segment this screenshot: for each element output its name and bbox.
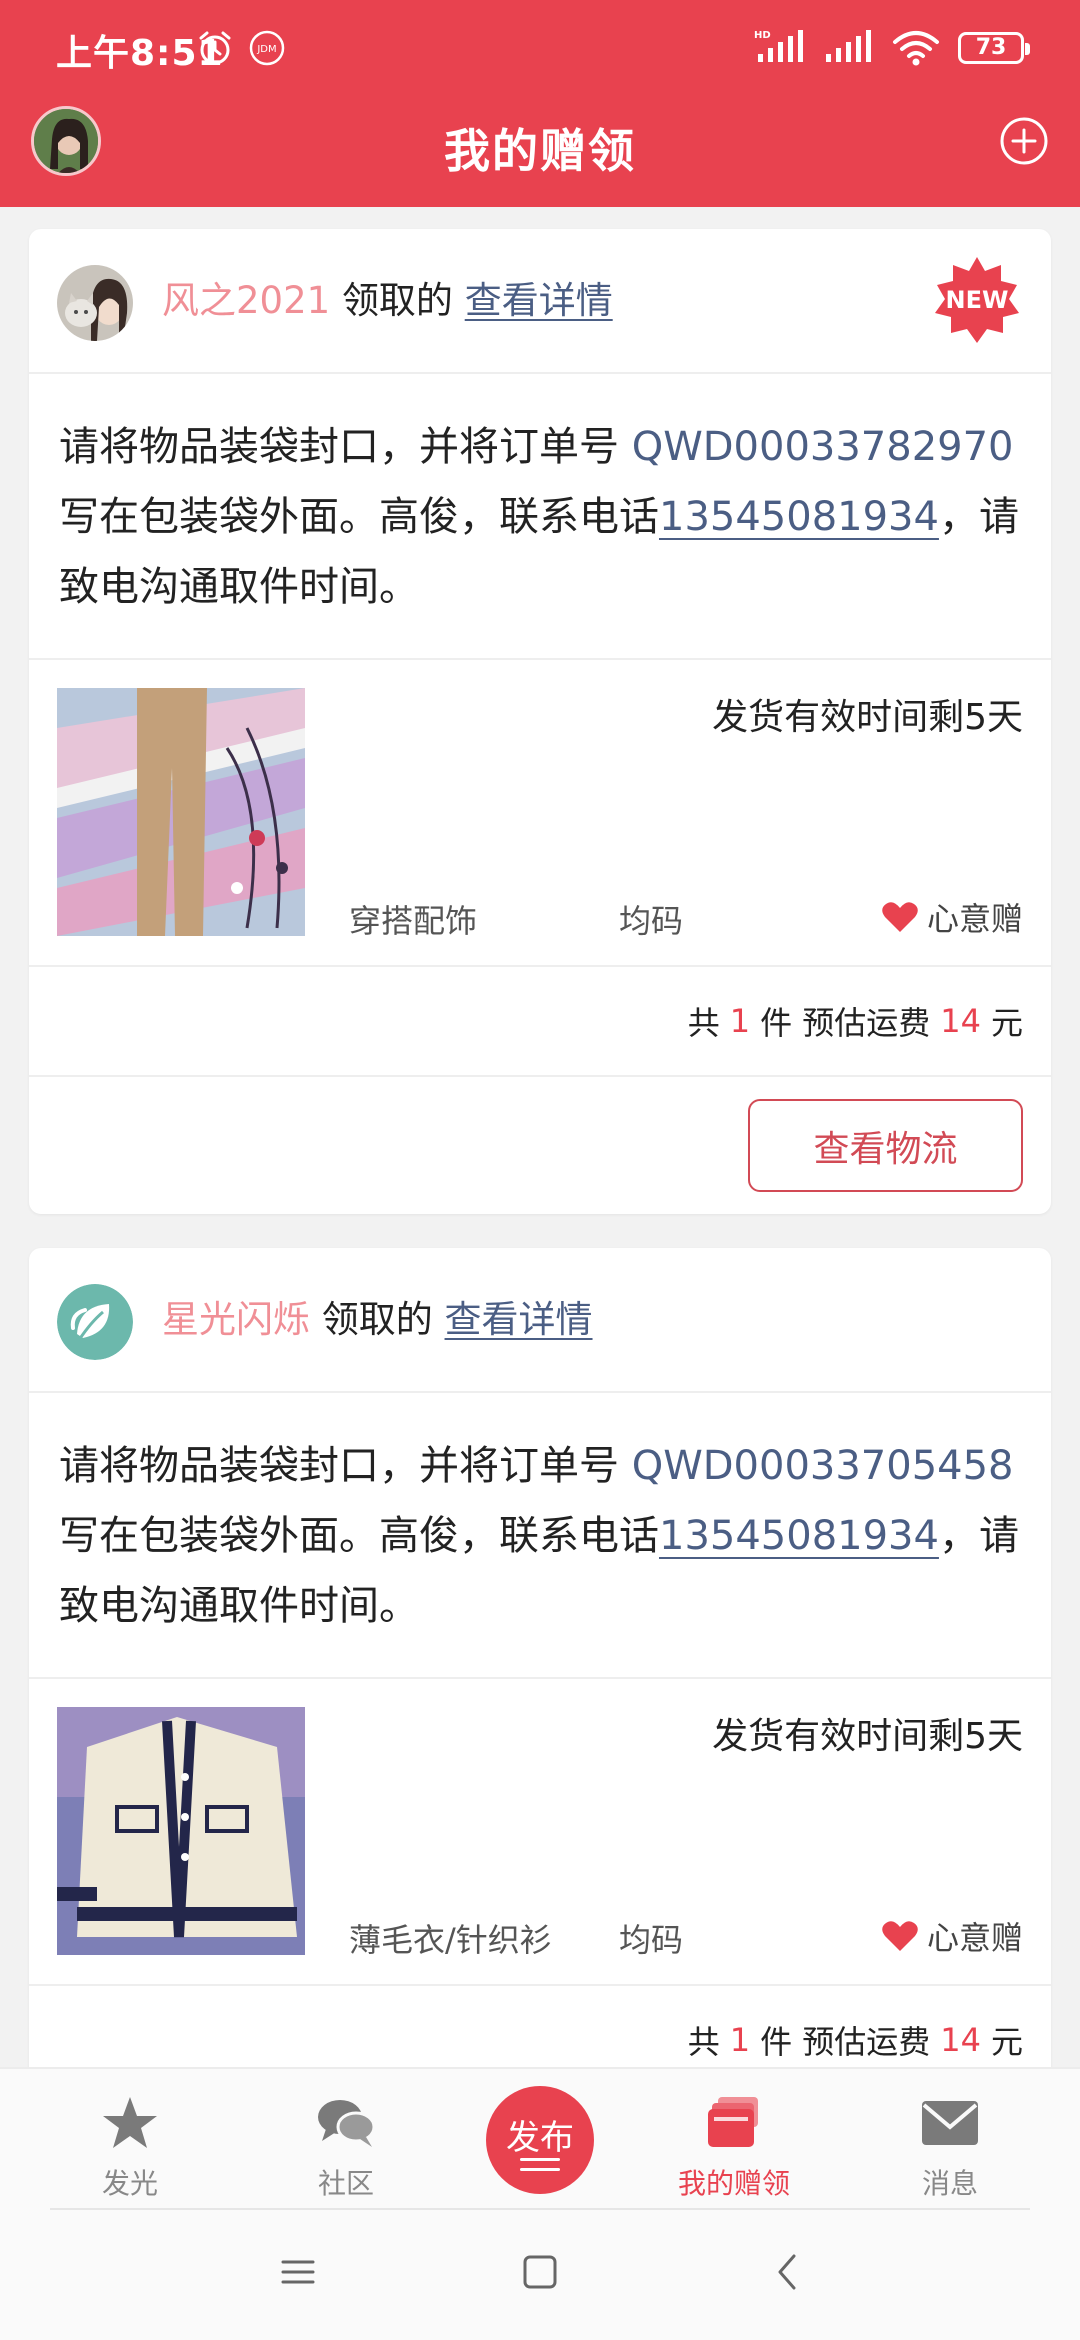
battery-icon: 73 [958,32,1030,64]
item-type: 心意赠 [881,1913,1023,1959]
item-size: 均码 [619,902,684,940]
signal-icon [826,30,871,62]
menu-icon[interactable] [268,2242,328,2302]
item-photo[interactable] [57,688,305,936]
card-header-text: 风之2021 领取的 查看详情 [162,276,613,326]
total-unit: 元 [990,2023,1023,2061]
order-number: QWD00033705458 [631,1443,1014,1489]
new-badge-label: NEW [945,286,1009,314]
tab-label: 发光 [101,2167,158,2200]
donor-avatar-photo [57,265,133,341]
tab-discover[interactable]: 发光 [50,2069,210,2210]
total-mid: 件 预估运费 [760,2023,931,2061]
tab-bar-inner: 发光 社区 发布 我的赠领 消息 [50,2069,1030,2210]
msg-prefix: 请将物品装袋封口，并将订单号 [59,1443,632,1489]
heart-icon [882,902,918,932]
publish-label: 发布 [506,2119,574,2157]
new-badge: NEW [931,255,1023,347]
jdm-icon: JDM [249,30,285,66]
mail-icon [922,2101,978,2145]
view-detail-link[interactable]: 查看详情 [445,1298,593,1341]
tab-community[interactable]: 社区 [266,2069,426,2210]
ship-deadline: 发货有效时间剩5天 [712,697,1023,738]
msg-middle: 写在包装袋外面。高俊，联系电话 [59,1513,659,1559]
item-photo-image [57,1707,305,1955]
heart-icon [882,1921,918,1951]
item-count: 1 [729,1002,751,1040]
donor-avatar[interactable] [57,1284,133,1360]
status-bar: 上午8:51 JDM HD 73 [0,0,1080,95]
tab-publish[interactable]: 发布 [460,2069,620,2210]
donor-name[interactable]: 风之2021 [162,279,330,322]
item-row[interactable]: 发货有效时间剩5天 薄毛衣/针织衫 均码 心意赠 [29,1679,1051,1986]
total-prefix: 共 [687,1004,720,1042]
alarm-icon [199,31,231,65]
shipping-fee: 14 [940,2021,981,2059]
claim-label: 领取的 [341,279,453,322]
order-number: QWD00033782970 [631,424,1014,470]
order-summary: 共 1 件 预估运费 14 元 [29,1986,1051,2067]
item-type-label: 心意赠 [926,1919,1023,1957]
item-type: 心意赠 [881,894,1023,940]
bottom-tab-bar: 发光 社区 发布 我的赠领 消息 [0,2067,1080,2210]
donor-name[interactable]: 星光闪烁 [162,1298,310,1341]
view-detail-link[interactable]: 查看详情 [465,279,613,322]
system-nav-bar [0,2210,1080,2340]
item-photo[interactable] [57,1707,305,1955]
publish-icon [520,2158,560,2172]
back-icon[interactable] [758,2242,818,2302]
svg-text:HD: HD [754,30,771,41]
card-header-text: 星光闪烁 领取的 查看详情 [162,1295,593,1345]
phone-link[interactable]: 13545081934 [659,1513,939,1559]
item-size: 均码 [619,1921,684,1959]
add-icon[interactable] [999,116,1049,166]
card-header: 风之2021 领取的 查看详情 NEW [29,229,1051,374]
donor-avatar[interactable] [57,265,133,341]
wifi-icon [893,31,939,66]
home-icon[interactable] [510,2242,570,2302]
star-icon [103,2097,157,2148]
gift-cards-icon [708,2097,758,2147]
shipping-fee: 14 [940,1002,981,1040]
claim-label: 领取的 [321,1298,433,1341]
status-icons-right: HD 73 [754,26,1030,70]
card-actions: 查看物流 [29,1077,1051,1214]
tab-my-claims[interactable]: 我的赠领 [654,2069,814,2210]
tab-label: 我的赠领 [677,2167,790,2200]
leaf-logo-icon [57,1284,133,1360]
claim-card: 星光闪烁 领取的 查看详情 请将物品装袋封口，并将订单号 QWD00033705… [29,1248,1051,2067]
top-header: 上午8:51 JDM HD 73 我的赠领 [0,0,1080,207]
total-mid: 件 预估运费 [760,1004,931,1042]
msg-prefix: 请将物品装袋封口，并将订单号 [59,424,632,470]
shipping-instructions: 请将物品装袋封口，并将订单号 QWD00033782970 写在包装袋外面。高俊… [29,374,1051,660]
tab-messages[interactable]: 消息 [870,2069,1030,2210]
tab-label: 社区 [317,2167,374,2200]
claim-card: 风之2021 领取的 查看详情 NEW 请将物品装袋封口，并将订单号 QWD00… [29,229,1051,1214]
item-row[interactable]: 发货有效时间剩5天 穿搭配饰 均码 心意赠 [29,660,1051,967]
item-category: 薄毛衣/针织衫 [349,1921,552,1959]
app-bar: 我的赠领 [0,95,1080,207]
card-header: 星光闪烁 领取的 查看详情 [29,1248,1051,1393]
view-logistics-button[interactable]: 查看物流 [748,1099,1023,1192]
total-unit: 元 [990,1004,1023,1042]
tab-label: 消息 [921,2167,978,2200]
msg-middle: 写在包装袋外面。高俊，联系电话 [59,494,659,540]
status-icons-left: JDM [196,28,286,68]
page-title: 我的赠领 [444,124,636,178]
order-summary: 共 1 件 预估运费 14 元 [29,967,1051,1077]
ship-deadline: 发货有效时间剩5天 [712,1716,1023,1757]
hd-signal-icon: HD [754,30,803,62]
shipping-instructions: 请将物品装袋封口，并将订单号 QWD00033705458 写在包装袋外面。高俊… [29,1393,1051,1679]
claims-list[interactable]: 风之2021 领取的 查看详情 NEW 请将物品装袋封口，并将订单号 QWD00… [0,207,1080,2067]
item-count: 1 [729,2021,751,2059]
svg-text:JDM: JDM [256,44,276,55]
item-photo-image [57,688,305,936]
chat-bubbles-icon [318,2100,376,2147]
phone-link[interactable]: 13545081934 [659,494,939,540]
total-prefix: 共 [687,2023,720,2061]
item-category: 穿搭配饰 [349,902,478,940]
publish-button[interactable]: 发布 [486,2086,594,2194]
item-type-label: 心意赠 [926,900,1023,938]
